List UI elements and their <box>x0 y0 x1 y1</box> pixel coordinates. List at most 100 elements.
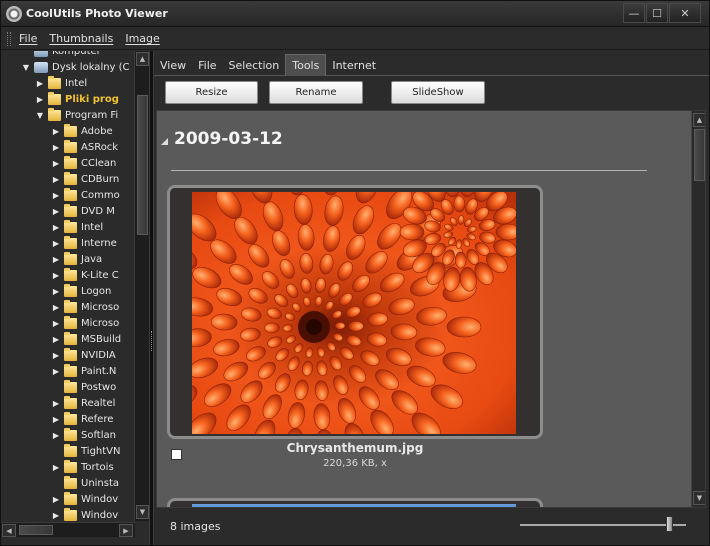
minimize-button[interactable]: — <box>623 3 645 23</box>
tree-item[interactable]: Uninsta <box>51 475 119 491</box>
tab-internet[interactable]: Internet <box>326 56 382 76</box>
collapsed-arrow-icon[interactable]: ▶ <box>51 235 61 251</box>
tree-item[interactable]: ▶ ASRock <box>51 139 118 155</box>
collapsed-arrow-icon[interactable]: ▶ <box>35 75 45 91</box>
collapsed-arrow-icon[interactable]: ▶ <box>51 299 61 315</box>
tree-item[interactable]: ▶ Pliki prog <box>35 91 119 107</box>
collapsed-arrow-icon[interactable]: ▶ <box>51 171 61 187</box>
collapsed-arrow-icon[interactable]: ▶ <box>51 315 61 331</box>
zoom-slider-track[interactable] <box>520 524 686 526</box>
tree-item[interactable]: Postwo <box>51 379 116 395</box>
collapsed-arrow-icon[interactable]: ▶ <box>35 91 45 107</box>
collapsed-arrow-icon[interactable]: ▶ <box>51 491 61 507</box>
folder-icon <box>64 411 77 425</box>
tree-item[interactable]: TightVN <box>51 443 121 459</box>
tree-hscroll-thumb[interactable] <box>19 525 53 535</box>
tree-item[interactable]: ▶ Realtel <box>51 395 115 411</box>
title-bar[interactable]: CoolUtils Photo Viewer — ☐ ✕ <box>1 1 709 27</box>
menu-grip-handle[interactable] <box>7 31 11 46</box>
zoom-slider-handle[interactable] <box>666 516 673 532</box>
collapse-triangle-icon[interactable] <box>161 138 168 145</box>
tree-item[interactable]: ▶ Java <box>51 251 102 267</box>
tree-item[interactable]: ▶ K-Lite C <box>51 267 119 283</box>
collapsed-arrow-icon[interactable]: ▶ <box>51 203 61 219</box>
tab-tools[interactable]: Tools <box>285 54 327 76</box>
date-group-header[interactable]: 2009-03-12 <box>161 129 283 149</box>
tree-item[interactable]: ▼ Program Fi <box>35 107 118 123</box>
collapsed-arrow-icon[interactable]: ▶ <box>51 219 61 235</box>
gallery-scroll-up-arrow-icon[interactable]: ▲ <box>693 113 705 127</box>
tree-item[interactable]: Komputer <box>21 51 101 59</box>
tree-item[interactable]: ▶ Microso <box>51 299 119 315</box>
thumbnail-card[interactable] <box>167 185 543 439</box>
tree-item[interactable]: ▶ CClean <box>51 155 116 171</box>
tree-scroll-thumb[interactable] <box>137 95 148 235</box>
tree-item[interactable]: ▶ Interne <box>51 235 117 251</box>
tree-item[interactable]: ▶ Microso <box>51 315 119 331</box>
tree-item[interactable]: ▶ Adobe <box>51 123 113 139</box>
tab-selection[interactable]: Selection <box>223 56 286 76</box>
resize-button[interactable]: Resize <box>165 81 258 104</box>
collapsed-arrow-icon[interactable]: ▶ <box>51 251 61 267</box>
tree-item[interactable]: ▶ Windov <box>51 491 118 507</box>
collapsed-arrow-icon[interactable]: ▶ <box>51 155 61 171</box>
collapsed-arrow-icon[interactable]: ▶ <box>51 123 61 139</box>
collapsed-arrow-icon[interactable]: ▶ <box>51 331 61 347</box>
tree-vertical-scrollbar[interactable]: ▲ ▼ <box>134 51 149 521</box>
menu-image[interactable]: Image <box>125 32 159 45</box>
close-button[interactable]: ✕ <box>669 3 701 23</box>
gallery-vertical-scrollbar[interactable]: ▲ ▼ <box>691 111 705 507</box>
slideshow-button[interactable]: SlideShow <box>391 81 485 104</box>
menu-file[interactable]: File <box>19 32 37 45</box>
next-thumbnail-image[interactable] <box>192 504 516 507</box>
rename-button[interactable]: Rename <box>269 81 363 104</box>
tree-item[interactable]: ▶ Tortois <box>51 459 114 475</box>
tree-item[interactable]: ▶ Refere <box>51 411 113 427</box>
collapsed-arrow-icon[interactable]: ▶ <box>51 363 61 379</box>
collapsed-arrow-icon[interactable]: ▶ <box>51 347 61 363</box>
collapsed-arrow-icon[interactable] <box>51 379 61 395</box>
tree-item[interactable]: ▶ Logon <box>51 283 111 299</box>
tree-item[interactable]: ▶ NVIDIA <box>51 347 116 363</box>
tree-item[interactable]: ▶ Intel <box>51 219 103 235</box>
collapsed-arrow-icon[interactable]: ▶ <box>51 267 61 283</box>
tree-item[interactable]: ▶ Commo <box>51 187 120 203</box>
tree-item[interactable]: ▶ MSBuild <box>51 331 121 347</box>
tab-view[interactable]: View <box>154 56 192 76</box>
tree-item[interactable]: ▶ CDBurn <box>51 171 119 187</box>
tree-horizontal-scrollbar[interactable]: ◀ ▶ <box>1 522 135 537</box>
splitter-grip[interactable] <box>151 331 153 351</box>
tree-item-label: Tortois <box>81 461 114 473</box>
tree-item[interactable]: ▶ Windov <box>51 507 118 523</box>
chrysanthemum-image[interactable] <box>192 192 516 434</box>
scroll-down-arrow-icon[interactable]: ▼ <box>136 505 149 519</box>
scroll-left-arrow-icon[interactable]: ◀ <box>2 524 16 537</box>
collapsed-arrow-icon[interactable] <box>21 51 31 59</box>
collapsed-arrow-icon[interactable]: ▶ <box>51 411 61 427</box>
tab-file[interactable]: File <box>192 56 222 76</box>
collapsed-arrow-icon[interactable]: ▶ <box>51 395 61 411</box>
gallery-scroll-down-arrow-icon[interactable]: ▼ <box>693 491 705 505</box>
collapsed-arrow-icon[interactable]: ▶ <box>51 139 61 155</box>
maximize-button[interactable]: ☐ <box>646 3 668 23</box>
expanded-arrow-icon[interactable]: ▼ <box>21 59 31 75</box>
gallery-scroll-thumb[interactable] <box>694 129 705 181</box>
collapsed-arrow-icon[interactable]: ▶ <box>51 283 61 299</box>
collapsed-arrow-icon[interactable]: ▶ <box>51 507 61 523</box>
tree-item[interactable]: ▶ DVD M <box>51 203 115 219</box>
collapsed-arrow-icon[interactable] <box>51 475 61 491</box>
thumbnail-card-next[interactable] <box>167 498 543 507</box>
tree-item[interactable]: ▼ Dysk lokalny (C <box>21 59 130 75</box>
tree-item-label: Adobe <box>81 125 113 137</box>
collapsed-arrow-icon[interactable]: ▶ <box>51 187 61 203</box>
tree-item[interactable]: ▶ Paint.N <box>51 363 116 379</box>
collapsed-arrow-icon[interactable]: ▶ <box>51 459 61 475</box>
tree-item[interactable]: ▶ Softlan <box>51 427 116 443</box>
scroll-up-arrow-icon[interactable]: ▲ <box>136 52 149 66</box>
scroll-right-arrow-icon[interactable]: ▶ <box>119 524 133 537</box>
tree-item[interactable]: ▶ Intel <box>35 75 87 91</box>
menu-thumbnails[interactable]: Thumbnails <box>49 32 113 45</box>
collapsed-arrow-icon[interactable]: ▶ <box>51 427 61 443</box>
collapsed-arrow-icon[interactable] <box>51 443 61 459</box>
expanded-arrow-icon[interactable]: ▼ <box>35 107 45 123</box>
